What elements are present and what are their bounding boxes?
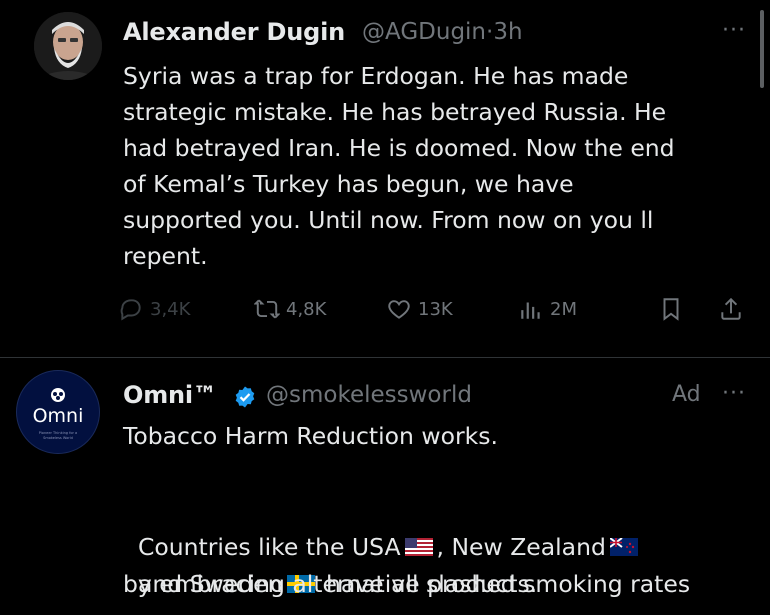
views-count: 2M — [550, 298, 577, 320]
more-icon[interactable]: ··· — [722, 18, 746, 43]
share-icon — [721, 297, 741, 320]
avatar-omni[interactable]: Omni Pioneer Thinking for a Smokeless Wo… — [16, 370, 100, 454]
scrollbar[interactable] — [760, 10, 764, 88]
more-icon[interactable]: ··· — [722, 381, 746, 406]
handle-text: @AGDugin — [362, 19, 487, 45]
omni-logo-subtext: Pioneer Thinking for a Smokeless World — [38, 431, 78, 440]
ad-label: Ad — [672, 382, 701, 407]
tweet-text: Syria was a trap for Erdogan. He has mad… — [123, 62, 675, 270]
like-button[interactable]: 13K — [386, 296, 453, 322]
ad-text-line1: Tobacco Harm Reduction works. — [123, 422, 498, 450]
bookmark-icon — [663, 298, 679, 321]
repost-count: 4,8K — [286, 298, 327, 320]
share-button[interactable] — [718, 296, 750, 322]
tweet-actions: 3,4K 4,8K 13K 2M — [118, 296, 758, 332]
verified-icon — [235, 386, 255, 408]
like-icon — [388, 300, 410, 319]
advertiser-name[interactable]: Omni™ — [123, 381, 217, 409]
repost-icon — [254, 299, 280, 319]
repost-button[interactable]: 4,8K — [254, 296, 326, 322]
ad-text-line4: by embracing alternative products. — [123, 570, 538, 598]
author-handle[interactable]: @AGDugin·3h — [362, 19, 523, 45]
views-button[interactable]: 2M — [518, 296, 577, 322]
reply-count: 3,4K — [150, 298, 191, 320]
omni-logo-text: Omni — [32, 405, 84, 427]
timestamp[interactable]: 3h — [493, 19, 522, 45]
avatar-portrait-image — [34, 12, 102, 80]
advertiser-handle[interactable]: @smokelessworld — [266, 382, 472, 408]
reply-icon — [120, 299, 141, 321]
author-name[interactable]: Alexander Dugin — [123, 18, 345, 46]
tweet-dugin[interactable]: Alexander Dugin @AGDugin·3h ··· Syria wa… — [0, 0, 770, 358]
avatar-dugin[interactable] — [34, 12, 102, 80]
views-icon — [521, 302, 540, 319]
bookmark-button[interactable] — [658, 296, 690, 322]
like-count: 13K — [418, 298, 453, 320]
reply-button[interactable]: 3,4K — [118, 296, 190, 322]
